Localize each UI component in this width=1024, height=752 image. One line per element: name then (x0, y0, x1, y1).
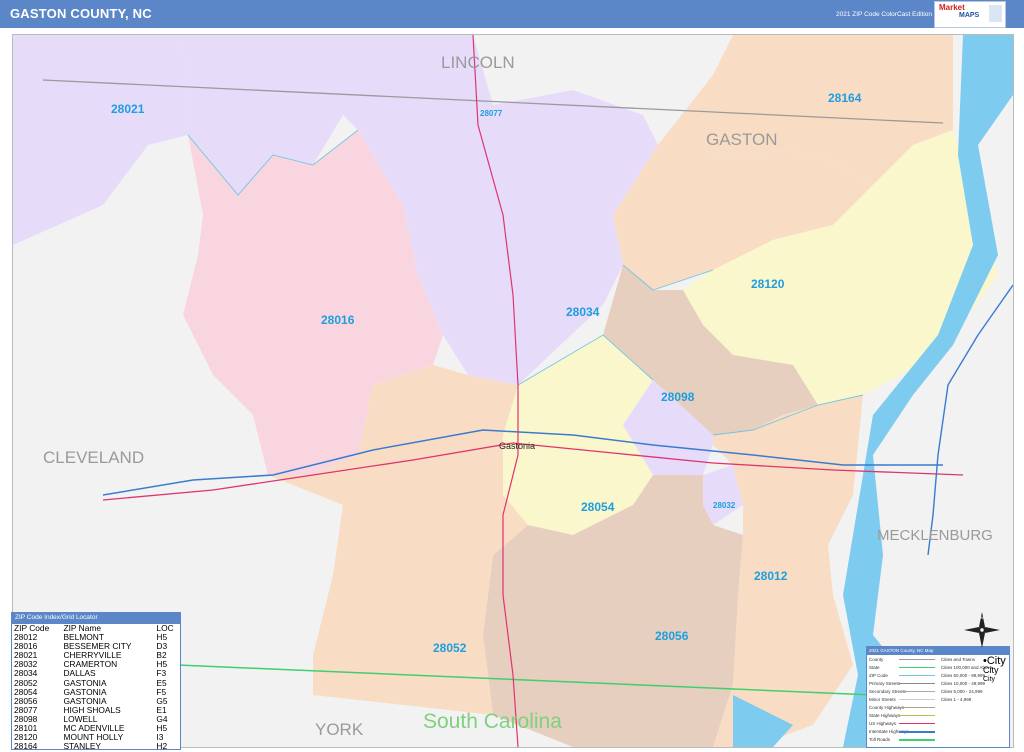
index-loc: H2 (156, 741, 168, 752)
legend-item: Cities 5,000 - 24,999 (941, 689, 983, 694)
zip-region-28021 (13, 35, 188, 245)
zip-label-28054: 28054 (581, 500, 615, 514)
legend-city-sample: City (983, 666, 1006, 675)
county-label-york: YORK (315, 720, 364, 739)
zip-label-28077: 28077 (480, 109, 503, 118)
legend-swatch (899, 683, 935, 684)
compass-north-label: N (981, 615, 984, 620)
legend-swatch (899, 675, 935, 676)
zip-label-28034: 28034 (566, 305, 600, 319)
legend-item: State Highways (869, 713, 901, 718)
legend-item: Cities 1 - 4,999 (941, 697, 972, 702)
city-label-gastonia: Gastonia (499, 441, 535, 451)
zip-label-28032: 28032 (713, 501, 736, 510)
zip-label-28016: 28016 (321, 313, 355, 327)
legend-city-samples: •City City City (983, 656, 1006, 684)
table-row: 28164 STANLEY H2 (12, 742, 180, 751)
county-label-lincoln: LINCOLN (441, 53, 515, 72)
table-row: 28032 CRAMERTON H5 (12, 660, 180, 669)
county-label-cleveland: CLEVELAND (43, 448, 144, 467)
map-legend: 2021 GASTON County, NC Map County State … (866, 646, 1010, 748)
legend-swatch (899, 691, 935, 692)
logo-maps-text: MAPS (959, 12, 980, 19)
legend-swatch (899, 723, 935, 724)
legend-item: County (869, 657, 884, 662)
legend-item: US Highways (869, 721, 897, 726)
legend-swatch (899, 667, 935, 668)
legend-city-text: City (983, 676, 996, 683)
legend-swatch (899, 715, 935, 716)
legend-city-sample: City (983, 675, 1006, 684)
legend-item: Toll Roads (869, 737, 891, 742)
zip-label-28021: 28021 (111, 102, 145, 116)
legend-item: Minor Streets (869, 697, 896, 702)
zip-label-28052: 28052 (433, 641, 467, 655)
legend-item: Cities and Towns (941, 657, 975, 662)
legend-city-text: City (983, 665, 999, 675)
county-label-gaston: GASTON (706, 130, 777, 149)
market-maps-logo[interactable]: Market MAPS (934, 1, 1006, 28)
map-title: GASTON COUNTY, NC (10, 6, 152, 21)
zip-label-28120: 28120 (751, 277, 785, 291)
zip-label-28056: 28056 (655, 629, 689, 643)
index-zip: 28164 (14, 741, 38, 752)
legend-swatch (899, 707, 935, 708)
compass-rose-icon: N (964, 612, 1000, 648)
legend-item: Cities 50,000 - 99,999 (941, 673, 986, 678)
zip-label-28164: 28164 (828, 91, 862, 105)
legend-swatch (899, 731, 935, 733)
index-grid: ZIP Code ZIP Name LOC 28012 BELMONT H5 280… (12, 623, 180, 751)
legend-item: State (869, 665, 880, 670)
zip-label-28098: 28098 (661, 390, 695, 404)
edition-label: 2021 ZIP Code ColorCast Edition (836, 11, 932, 18)
zip-label-28012: 28012 (754, 569, 788, 583)
zip-code-index-table: ZIP Code Index/Grid Locator ZIP Code ZIP… (11, 612, 181, 751)
legend-swatch (899, 659, 935, 660)
logo-market-text: Market (939, 3, 965, 12)
legend-item: ZIP Code (869, 673, 888, 678)
legend-item: Primary Streets (869, 681, 901, 686)
map-pin-icon (989, 5, 1002, 22)
index-name: STANLEY (63, 741, 102, 752)
legend-item: Cities 10,000 - 49,999 (941, 681, 986, 686)
state-label-south-carolina: South Carolina (423, 710, 562, 733)
header-bar: GASTON COUNTY, NC 2021 ZIP Code ColorCas… (0, 0, 1024, 28)
legend-swatch (899, 699, 935, 700)
county-label-mecklenburg: MECKLENBURG (877, 527, 993, 544)
legend-swatch (899, 739, 935, 741)
